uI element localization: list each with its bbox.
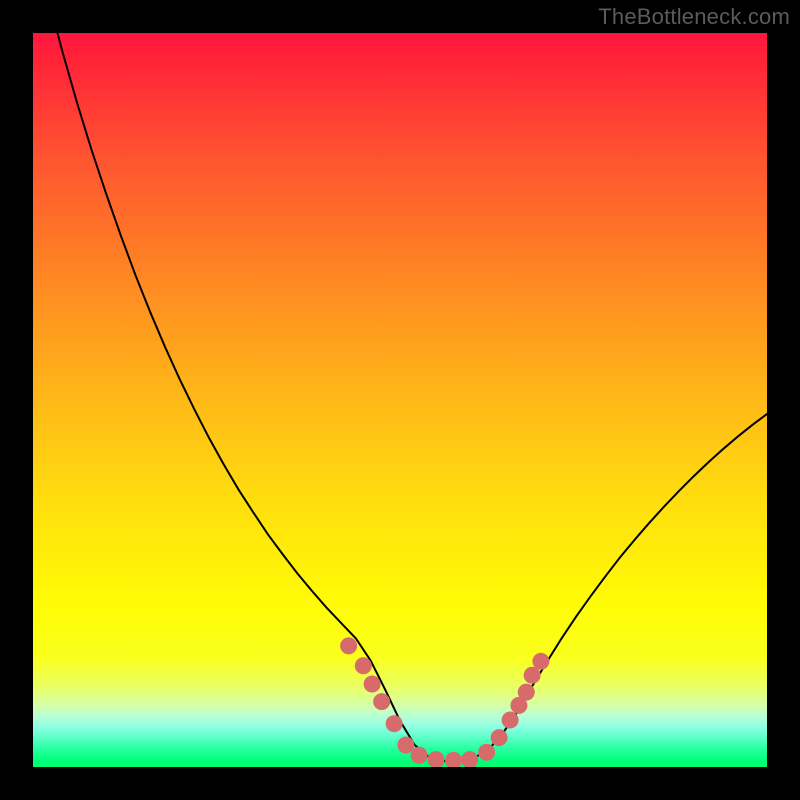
plot-area bbox=[33, 33, 767, 767]
chart-frame: TheBottleneck.com bbox=[0, 0, 800, 800]
highlight-marker bbox=[518, 684, 535, 701]
highlight-marker bbox=[478, 744, 495, 761]
highlight-marker bbox=[355, 657, 372, 674]
highlight-marker bbox=[411, 747, 428, 764]
highlight-marker bbox=[491, 729, 508, 746]
highlight-marker bbox=[386, 715, 403, 732]
highlight-marker bbox=[427, 751, 444, 767]
highlight-marker bbox=[373, 693, 390, 710]
curve-path bbox=[33, 33, 767, 761]
highlight-marker bbox=[502, 712, 519, 729]
bottleneck-curve bbox=[33, 33, 767, 767]
highlight-marker bbox=[364, 676, 381, 693]
highlight-marker bbox=[445, 752, 462, 767]
highlight-marker bbox=[461, 751, 478, 767]
watermark-label: TheBottleneck.com bbox=[598, 4, 790, 30]
highlight-marker bbox=[532, 653, 549, 670]
highlight-marker bbox=[340, 637, 357, 654]
